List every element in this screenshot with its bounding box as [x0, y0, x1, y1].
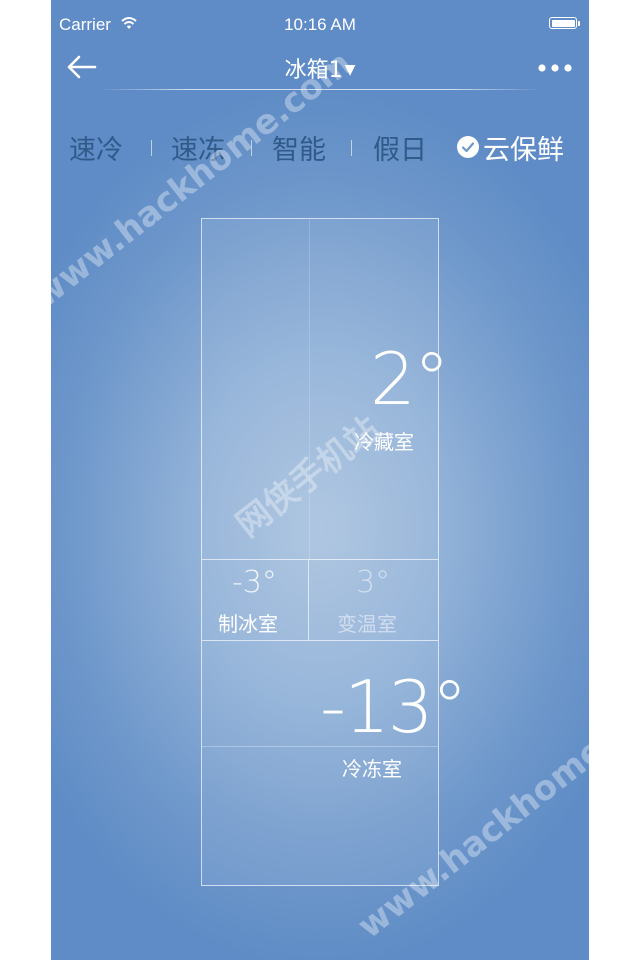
mode-quick-freeze[interactable]: 速冻 — [171, 128, 225, 167]
ice-maker-temp: -3° — [232, 565, 277, 600]
nav-bar: 冰箱1 ▼ — [51, 48, 589, 90]
fridge-control-screen: Carrier 10:16 AM 冰箱1 ▼ 速冷 速冻 智能 假日 云保鲜 2… — [51, 0, 589, 960]
header-divider — [98, 89, 542, 90]
chevron-down-icon: ▼ — [344, 62, 356, 78]
mode-separator — [351, 140, 352, 156]
mode-cloud-fresh-label: 云保鲜 — [483, 135, 564, 166]
variable-temp-value: 3° — [356, 565, 391, 600]
variable-temp-label: 变温室 — [337, 612, 397, 636]
mode-holiday[interactable]: 假日 — [373, 128, 427, 167]
device-title: 冰箱1 — [284, 58, 343, 83]
device-selector[interactable]: 冰箱1 ▼ — [51, 52, 589, 84]
mode-separator — [251, 140, 252, 156]
mode-smart[interactable]: 智能 — [272, 128, 326, 167]
ellipsis-icon — [538, 64, 572, 72]
refrigerator-label: 冷藏室 — [354, 430, 414, 454]
mode-cloud-fresh[interactable]: 云保鲜 — [457, 128, 564, 167]
more-button[interactable] — [537, 52, 573, 80]
mode-quick-cool[interactable]: 速冷 — [69, 128, 123, 167]
compartment-variable-temp[interactable]: 3° 变温室 — [309, 559, 438, 640]
refrigerator-temp: 2° — [370, 337, 450, 421]
compartment-refrigerator[interactable]: 2° 冷藏室 — [202, 219, 450, 559]
battery-icon — [549, 17, 580, 29]
freezer-label: 冷冻室 — [342, 757, 402, 781]
check-circle-icon — [457, 134, 479, 158]
status-bar: Carrier 10:16 AM — [51, 0, 589, 48]
mode-separator — [151, 140, 152, 156]
ice-maker-label: 制冰室 — [218, 612, 278, 636]
freezer-temp: -13° — [320, 665, 468, 749]
inner-divider — [309, 219, 310, 559]
compartment-freezer[interactable]: -13° 冷冻室 — [202, 640, 468, 885]
compartment-ice-maker[interactable]: -3° 制冰室 — [202, 559, 309, 640]
status-time: 10:16 AM — [284, 15, 356, 34]
mode-tabs: 速冷 速冻 智能 假日 云保鲜 — [51, 128, 589, 168]
fridge-diagram: 2° 冷藏室 -3° 制冰室 3° 变温室 -13° 冷冻室 — [201, 218, 468, 886]
